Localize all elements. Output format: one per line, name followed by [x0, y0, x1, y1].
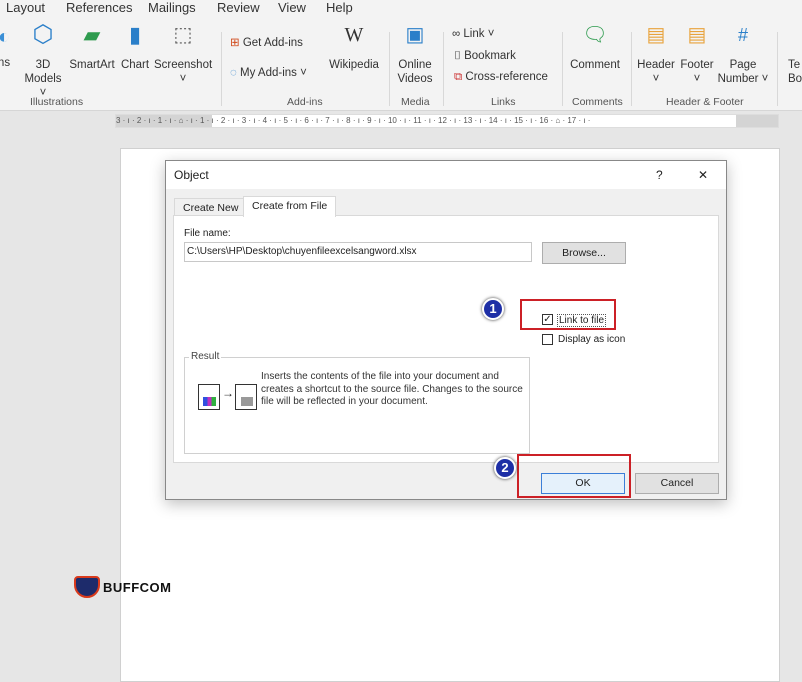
smartart-icon: ▰ [83, 22, 101, 47]
header-label: Header [637, 59, 675, 71]
tab-references[interactable]: References [66, 0, 132, 15]
group-label-illustrations: Illustrations [30, 96, 84, 108]
divider [389, 32, 390, 106]
dialog-title: Object [174, 168, 209, 182]
highlight-ok [517, 454, 631, 498]
result-description: Inserts the contents of the file into yo… [261, 371, 523, 407]
header-icon: ▤ [646, 24, 666, 46]
link-label: Link [463, 28, 485, 40]
addins-icon: ◌ [230, 67, 237, 79]
tab-mailings[interactable]: Mailings [148, 0, 196, 15]
help-button[interactable]: ? [656, 161, 663, 189]
wikipedia-button[interactable]: W Wikipedia [328, 24, 380, 72]
chart-label: Chart [120, 59, 150, 71]
divider [443, 32, 444, 106]
3d-models-label: 3D Models [24, 59, 62, 85]
cross-reference-icon: ⧉ [454, 71, 463, 83]
tab-view[interactable]: View [278, 0, 306, 15]
wikipedia-icon: W [344, 24, 364, 46]
footer-icon: ▤ [687, 24, 707, 46]
display-as-icon-label[interactable]: Display as icon [558, 334, 625, 345]
divider [562, 32, 563, 106]
chart-icon: ▮ [128, 22, 142, 47]
watermark-text: BUFFCOM [103, 579, 172, 595]
link-button[interactable]: ∞ Link ˅ [452, 27, 494, 41]
linked-file-icon [235, 384, 257, 410]
cancel-button[interactable]: Cancel [635, 473, 719, 494]
my-addins-label: My Add-ins [240, 67, 297, 79]
text-box-button[interactable]: Te Bo [788, 58, 802, 86]
ribbon: Layout References Mailings Review View H… [0, 0, 802, 111]
group-label-comments: Comments [572, 96, 623, 108]
get-addins-label: Get Add-ins [242, 37, 303, 49]
result-label: Result [189, 351, 222, 362]
comment-icon: 🗨 [582, 24, 608, 46]
online-videos-button[interactable]: ▣ Online Videos [395, 24, 435, 86]
comment-button[interactable]: 🗨 Comment [568, 24, 622, 72]
get-addins-button[interactable]: ⊞ Get Add-ins [230, 36, 303, 50]
step-1-badge: 1 [482, 298, 504, 320]
footer-label: Footer [680, 59, 714, 71]
tab-review[interactable]: Review [217, 0, 260, 15]
display-as-icon-checkbox[interactable] [542, 334, 553, 345]
step-2-badge: 2 [494, 457, 516, 479]
text-box-label: Te Bo [788, 59, 802, 85]
tab-layout[interactable]: Layout [6, 0, 45, 15]
file-name-input[interactable]: C:\Users\HP\Desktop\chuyenfileexcelsangw… [184, 242, 532, 262]
file-name-label: File name: [184, 228, 231, 239]
group-label-header-footer: Header & Footer [666, 96, 744, 108]
divider [631, 32, 632, 106]
create-from-file-panel: File name: C:\Users\HP\Desktop\chuyenfil… [173, 215, 719, 463]
file-chart-icon [198, 384, 220, 410]
object-dialog: Object ? ✕ Create New Create from File F… [165, 160, 727, 500]
comment-label: Comment [570, 59, 620, 71]
tab-help[interactable]: Help [326, 0, 353, 15]
arrow-icon: → [222, 386, 234, 400]
dialog-title-bar: Object ? ✕ [166, 161, 726, 189]
bull-logo-icon [74, 576, 100, 598]
ruler[interactable]: 3 · ı · 2 · ı · 1 · ı · ⌂ · ı · 1 · ı · … [115, 114, 779, 128]
highlight-link-to-file [520, 299, 616, 330]
cross-reference-button[interactable]: ⧉ Cross-reference [454, 70, 548, 84]
group-label-addins: Add-ins [287, 96, 323, 108]
bookmark-label: Bookmark [464, 50, 516, 62]
store-icon: ⊞ [230, 37, 240, 49]
icons-label: ns [0, 57, 11, 69]
buffcom-watermark: BUFFCOM [74, 576, 172, 598]
cross-reference-label: Cross-reference [465, 71, 548, 83]
group-label-media: Media [401, 96, 430, 108]
smartart-button[interactable]: ▰ SmartArt [68, 22, 116, 72]
bookmark-button[interactable]: ⌷ Bookmark [454, 49, 516, 63]
video-icon: ▣ [405, 24, 425, 46]
cube-icon: ⬡ [32, 21, 54, 48]
link-icon: ∞ [452, 28, 461, 40]
screenshot-icon: ⬚ [173, 24, 193, 46]
online-videos-label: Online Videos [397, 59, 433, 85]
bookmark-icon: ⌷ [454, 50, 461, 62]
page-number-icon: # [737, 25, 748, 45]
screenshot-button[interactable]: ⬚ Screenshot ˅ [154, 24, 213, 86]
header-button[interactable]: ▤ Header ˅ [636, 24, 676, 86]
divider [221, 32, 222, 106]
my-addins-button[interactable]: ◌ My Add-ins ˅ [230, 66, 307, 80]
group-label-links: Links [491, 96, 516, 108]
smartart-label: SmartArt [69, 59, 115, 71]
footer-button[interactable]: ▤ Footer ˅ [678, 24, 716, 86]
tab-create-from-file[interactable]: Create from File [243, 196, 337, 217]
close-button[interactable]: ✕ [698, 161, 708, 189]
result-group: Result → Inserts the contents of the fil… [184, 351, 530, 454]
screenshot-label: Screenshot [154, 59, 213, 71]
browse-button[interactable]: Browse... [542, 242, 626, 264]
chart-button[interactable]: ▮ Chart [120, 22, 150, 72]
page-number-label: Page Number [717, 59, 759, 85]
3d-models-button[interactable]: ⬡ 3D Models ˅ [22, 21, 64, 100]
ruler-marks: 3 · ı · 2 · ı · 1 · ı · ⌂ · ı · 1 · ı · … [116, 116, 591, 125]
icons-button[interactable]: ◐ ns [0, 27, 12, 70]
page-number-button[interactable]: # Page Number ˅ [716, 25, 770, 86]
wikipedia-label: Wikipedia [329, 59, 379, 71]
divider [777, 32, 778, 106]
